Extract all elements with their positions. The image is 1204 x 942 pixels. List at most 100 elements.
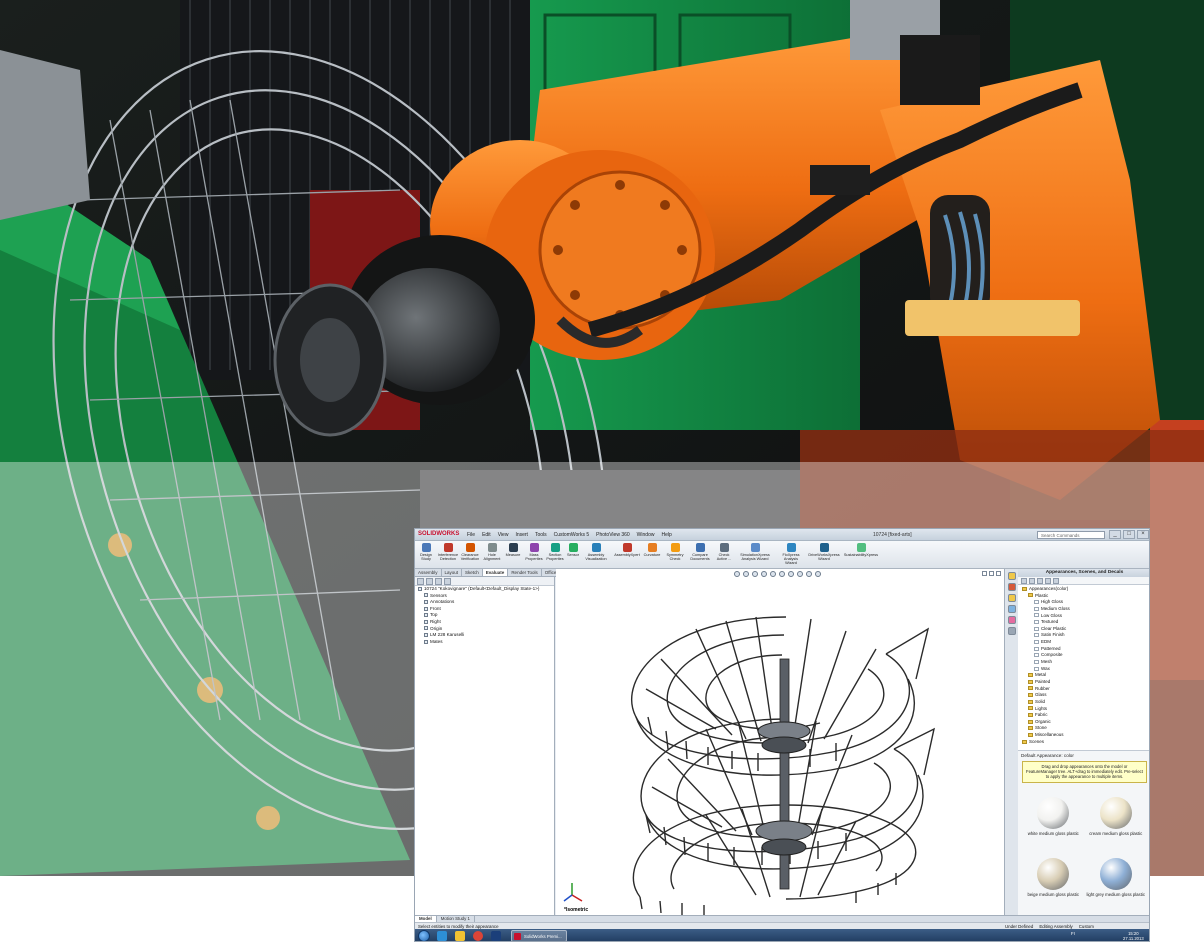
tree-node[interactable]: Front [415,606,554,613]
appearance-swatch[interactable]: beige medium gloss plastic [1022,857,1085,916]
property-manager-icon[interactable] [426,578,433,585]
start-button[interactable] [418,930,430,941]
tree-node-icon [424,619,428,624]
appearance-tree-item[interactable]: Scenes [1018,739,1149,746]
ribbon-button-0[interactable]: Design Study [417,543,435,567]
close-button[interactable]: × [1137,530,1149,539]
design-library-tab-icon[interactable] [1007,583,1016,591]
tree-node[interactable]: Origin [415,626,554,633]
tree-node[interactable]: Annotations [415,599,554,606]
search-commands-input[interactable]: Search Commands [1037,531,1105,539]
taskbar-solidworks-button[interactable]: SolidWorks Premi... [511,930,567,941]
appearance-tree-item[interactable]: Appearances(color) [1018,586,1149,593]
ribbon-button-14[interactable]: SimulationXpress Analysis Wizard [735,543,775,567]
appearance-tree-item[interactable]: Patterned [1018,646,1149,653]
display-manager-icon[interactable] [444,578,451,585]
tree-node[interactable]: LM 228 Karuselli [415,632,554,639]
tree-node[interactable]: 10724 "Kokovignare" (Default<Default_Dis… [415,586,554,593]
tab-sketch[interactable]: Sketch [462,569,483,576]
appearance-tree-item[interactable]: Medium Gloss [1018,606,1149,613]
clock[interactable]: 15:20 27.11.2013 [1123,931,1144,941]
home-icon[interactable] [1037,578,1043,584]
photoshop-icon[interactable] [491,931,501,941]
ribbon-button-15[interactable]: FloXpress Analysis Wizard [777,543,805,567]
ribbon-button-9[interactable]: AssemblyXpert [613,543,641,567]
feature-manager-icon[interactable] [417,578,424,585]
ie-icon[interactable] [437,931,447,941]
tab-render-tools[interactable]: Render Tools [508,569,542,576]
appearance-swatch[interactable]: light grey medium gloss plastic [1085,857,1148,916]
tree-node[interactable]: Mates [415,639,554,646]
menu-photoview-360[interactable]: PhotoView 360 [596,532,630,538]
folder-icon[interactable] [455,931,465,941]
appearance-tree-item[interactable]: Miscellaneous [1018,732,1149,739]
view-palette-tab-icon[interactable] [1007,605,1016,613]
menu-customworks-5[interactable]: CustomWorks 5 [554,532,589,538]
appearance-tree-item[interactable]: EDM [1018,639,1149,646]
language-indicator[interactable]: FI [1071,931,1075,936]
ribbon-button-11[interactable]: Symmetry Check [663,543,687,567]
appearance-tree-item[interactable]: Fabric [1018,712,1149,719]
menu-insert[interactable]: Insert [515,532,528,538]
chrome-icon[interactable] [473,931,483,941]
tab-evaluate[interactable]: Evaluate [482,569,509,576]
ribbon-button-10[interactable]: Curvature [641,543,663,567]
ribbon-button-2[interactable]: Clearance Verification [459,543,481,567]
ribbon-button-1[interactable]: Interference Detection [437,543,459,567]
appearance-tree-item[interactable]: Low Gloss [1018,613,1149,620]
file-explorer-tab-icon[interactable] [1007,594,1016,602]
menu-file[interactable]: File [467,532,475,538]
appearance-tree-item[interactable]: Stone [1018,725,1149,732]
maximize-button[interactable]: □ [1123,530,1135,539]
ribbon-button-16[interactable]: DriveWorksXpress Wizard [807,543,841,567]
appearance-tree-item[interactable]: Textured [1018,619,1149,626]
appearance-swatch[interactable]: white medium gloss plastic [1022,797,1085,855]
appearance-swatch[interactable]: cream medium gloss plastic [1085,797,1148,855]
appearance-tree-item[interactable]: Clear Plastic [1018,626,1149,633]
swatch-label: beige medium gloss plastic [1027,891,1080,897]
resources-tab-icon[interactable] [1007,572,1016,580]
appearance-tree-item[interactable]: Mesh [1018,659,1149,666]
configuration-manager-icon[interactable] [435,578,442,585]
tree-node[interactable]: Right [415,619,554,626]
menu-edit[interactable]: Edit [482,532,491,538]
windows-taskbar: SolidWorks Premi... FI 15:20 27.11.2013 [415,929,1149,941]
ribbon-button-17[interactable]: SustainabilityXpress [841,543,881,567]
appearance-tree-item[interactable]: Plastic [1018,593,1149,600]
graphics-viewport[interactable]: *Isometric [556,569,1004,915]
appearance-tree-item[interactable]: Composite [1018,652,1149,659]
appearance-tree-item[interactable]: High Gloss [1018,599,1149,606]
menu-view[interactable]: View [498,532,509,538]
appearance-tree-item[interactable]: Lights [1018,706,1149,713]
add-folder-icon[interactable] [1045,578,1051,584]
ribbon-button-4[interactable]: Measure [503,543,523,567]
appearance-tree-item[interactable]: Solid [1018,699,1149,706]
appearance-tree-item[interactable]: Painted [1018,679,1149,686]
tree-node[interactable]: Sensors [415,593,554,600]
appearance-tree-item[interactable]: Satin Finish [1018,632,1149,639]
appearance-tree-item[interactable]: Glass [1018,692,1149,699]
appearance-tree-item[interactable]: Wax [1018,666,1149,673]
ribbon-button-5[interactable]: Mass Properties [523,543,545,567]
custom-properties-tab-icon[interactable] [1007,627,1016,635]
appearance-tree-item[interactable]: Organic [1018,719,1149,726]
tab-layout[interactable]: Layout [442,569,463,576]
appearance-tree-item[interactable]: Rubber [1018,686,1149,693]
minimize-button[interactable]: _ [1109,530,1121,539]
refresh-icon[interactable] [1053,578,1059,584]
appearance-tree-item[interactable]: Metal [1018,672,1149,679]
back-icon[interactable] [1021,578,1027,584]
appearances-tab-icon[interactable] [1007,616,1016,624]
tab-assembly[interactable]: Assembly [415,569,442,576]
ribbon-button-6[interactable]: Section Properties [545,543,565,567]
ribbon-button-12[interactable]: Compare Documents [687,543,713,567]
menu-tools[interactable]: Tools [535,532,547,538]
forward-icon[interactable] [1029,578,1035,584]
ribbon-button-13[interactable]: Check Active ... [713,543,735,567]
menu-window[interactable]: Window [637,532,655,538]
ribbon-button-8[interactable]: Assembly Visualization [581,543,611,567]
menu-help[interactable]: Help [661,532,671,538]
tree-node[interactable]: Top [415,612,554,619]
ribbon-button-3[interactable]: Hole Alignment [481,543,503,567]
ribbon-button-7[interactable]: Sensor [565,543,581,567]
